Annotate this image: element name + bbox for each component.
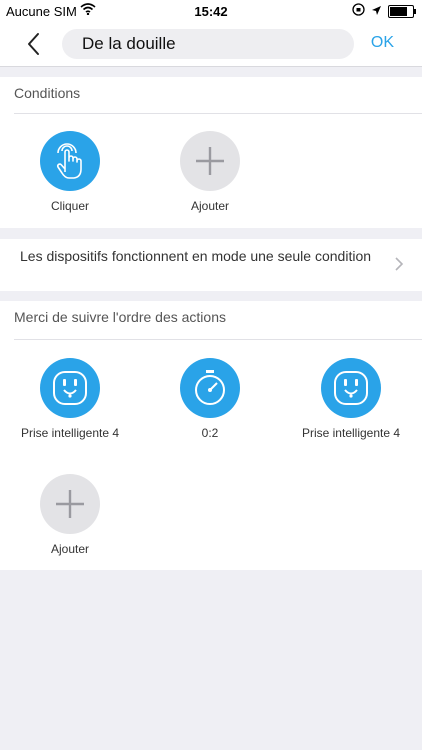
condition-add[interactable]: Ajouter (170, 131, 250, 213)
action-label: 0:2 (201, 426, 219, 440)
battery-icon (388, 4, 416, 18)
condition-mode-text: Les dispositifs fonctionnent en mode une… (20, 248, 372, 264)
location-icon (371, 4, 382, 19)
plus-icon (196, 147, 224, 175)
smart-plug-icon (334, 371, 368, 405)
tap-hand-icon (56, 143, 82, 179)
status-bar: Aucune SIM 15:42 (0, 0, 422, 22)
actions-title: Merci de suivre l'ordre des actions (14, 309, 226, 325)
conditions-title: Conditions (14, 85, 81, 101)
smart-plug-icon (53, 371, 87, 405)
navigation-bar: De la douille OK (0, 22, 422, 67)
action-timer-button[interactable] (180, 358, 240, 418)
action-smart-plug-button[interactable] (40, 358, 100, 418)
action-smart-plug-button[interactable] (321, 358, 381, 418)
plus-icon (56, 490, 84, 518)
divider (14, 113, 422, 114)
action-smart-plug-1[interactable]: Prise intelligente 4 (0, 358, 140, 440)
battery-level (390, 6, 407, 16)
action-add[interactable]: Ajouter (0, 474, 140, 556)
action-label: Prise intelligente 4 (20, 426, 120, 440)
add-condition-button[interactable] (180, 131, 240, 191)
action-timer[interactable]: 0:2 (140, 358, 280, 440)
condition-mode-row[interactable]: Les dispositifs fonctionnent en mode une… (0, 239, 422, 291)
divider (14, 339, 422, 340)
add-condition-label: Ajouter (190, 199, 230, 213)
condition-click[interactable]: Cliquer (30, 131, 110, 213)
ok-button[interactable]: OK (371, 34, 394, 52)
conditions-section: Conditions Cliquer Ajouter (0, 77, 422, 228)
chevron-right-icon (394, 256, 404, 277)
chevron-left-icon (28, 33, 39, 55)
back-button[interactable] (22, 30, 46, 58)
condition-label: Cliquer (50, 199, 89, 213)
condition-click-button[interactable] (40, 131, 100, 191)
rotation-lock-icon (352, 3, 365, 19)
action-smart-plug-2[interactable]: Prise intelligente 4 (281, 358, 421, 440)
actions-section: Merci de suivre l'ordre des actions Pris… (0, 301, 422, 570)
action-label: Prise intelligente 4 (301, 426, 401, 440)
add-action-label: Ajouter (50, 542, 90, 556)
scene-name-field[interactable]: De la douille (62, 29, 354, 59)
add-action-button[interactable] (40, 474, 100, 534)
timer-icon (195, 370, 225, 405)
